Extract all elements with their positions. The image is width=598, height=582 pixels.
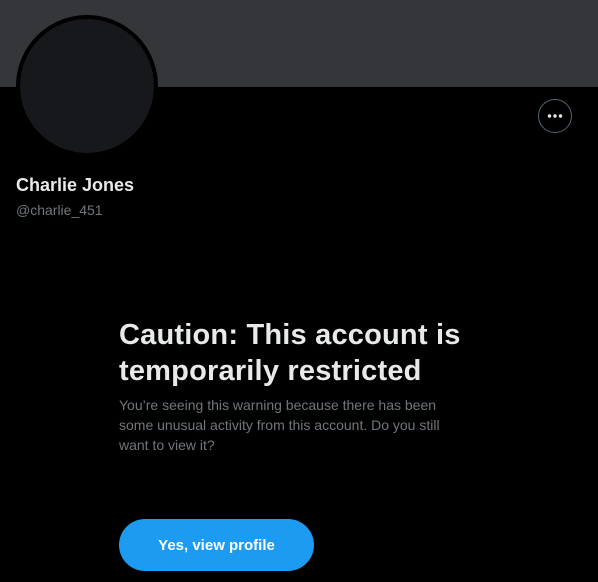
user-handle: @charlie_451 — [16, 202, 103, 218]
more-horizontal-icon — [547, 114, 563, 118]
avatar[interactable] — [16, 15, 158, 157]
view-profile-button[interactable]: Yes, view profile — [119, 519, 314, 571]
profile-page: Charlie Jones @charlie_451 Caution: This… — [0, 0, 598, 582]
display-name: Charlie Jones — [16, 175, 135, 195]
warning-description: You’re seeing this warning because there… — [119, 397, 440, 453]
warning-title: Caution: This account is temporarily res… — [119, 319, 461, 387]
more-options-button[interactable] — [538, 99, 572, 133]
restriction-warning: Caution: This account is temporarily res… — [119, 317, 479, 455]
